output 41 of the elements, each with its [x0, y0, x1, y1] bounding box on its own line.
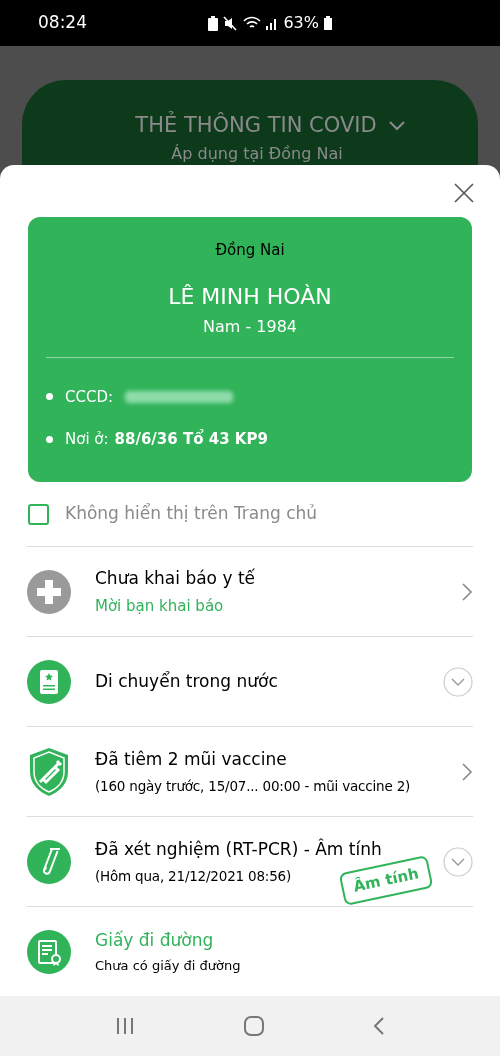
mute-icon	[223, 15, 239, 31]
battery-icon	[324, 16, 332, 30]
row-title: Chưa khai báo y tế	[95, 567, 255, 590]
gender-year: Nam - 1984	[203, 315, 297, 338]
wifi-icon	[243, 16, 262, 30]
province-label: Đồng Nai	[215, 240, 285, 261]
battery-level: 63%	[283, 12, 319, 34]
status-row[interactable]: Đã xét nghiệm (RT-PCR) - Âm tính (Hôm qua, 21/12/2021 08:56) Âm tính	[27, 816, 473, 906]
row-subtitle: Mời bạn khai báo	[95, 595, 224, 617]
card-subtitle: Áp dụng tại Đồng Nai	[171, 142, 343, 165]
row-title: Di chuyển trong nước	[95, 669, 278, 693]
id-card-icon	[27, 659, 71, 704]
field-label: Nơi ở:	[65, 429, 109, 450]
result-stamp: Âm tính	[338, 855, 434, 906]
chevron-right-icon[interactable]	[461, 581, 473, 602]
row-title: Giấy đi đường	[95, 928, 214, 952]
row-title: Đã tiêm 2 mũi vaccine	[95, 748, 287, 772]
person-name: LÊ MINH HOÀN	[168, 282, 332, 311]
chevron-down-icon	[388, 120, 405, 131]
row-subtitle: (Hôm qua, 21/12/2021 08:56)	[95, 866, 291, 886]
row-subtitle: (160 ngày trước, 15/07... 00:00 - mũi vaccine 2)	[95, 776, 411, 796]
status-row[interactable]: Chưa khai báo y tế Mời bạn khai báo	[27, 546, 473, 636]
chevron-right-icon[interactable]	[461, 761, 473, 782]
shield-syringe-icon	[27, 745, 71, 798]
field-value: 88/6/36 Tổ 43 KP9	[114, 428, 268, 450]
recent-apps-icon[interactable]	[114, 1017, 135, 1035]
field-label: CCCD:	[65, 386, 114, 408]
checkbox-label: Không hiển thị trên Trang chủ	[65, 502, 318, 526]
plus-icon	[27, 569, 71, 614]
back-icon[interactable]	[373, 1016, 386, 1036]
status-row[interactable]: Di chuyển trong nước	[27, 636, 473, 726]
signal-icon	[266, 16, 279, 30]
row-subtitle: Chưa có giấy đi đường	[95, 957, 241, 975]
test-tube-icon	[27, 839, 71, 884]
status-row[interactable]: Đã tiêm 2 mũi vaccine (160 ngày trước, 15/07... 00:00 - mũi vaccine 2)	[27, 726, 473, 816]
checkbox[interactable]	[28, 503, 49, 525]
certificate-icon	[27, 929, 71, 974]
home-icon[interactable]	[244, 1016, 264, 1036]
clock-time: 08:24	[38, 11, 87, 35]
card-title: THẺ THÔNG TIN COVID	[135, 110, 377, 139]
close-icon[interactable]	[454, 183, 474, 203]
